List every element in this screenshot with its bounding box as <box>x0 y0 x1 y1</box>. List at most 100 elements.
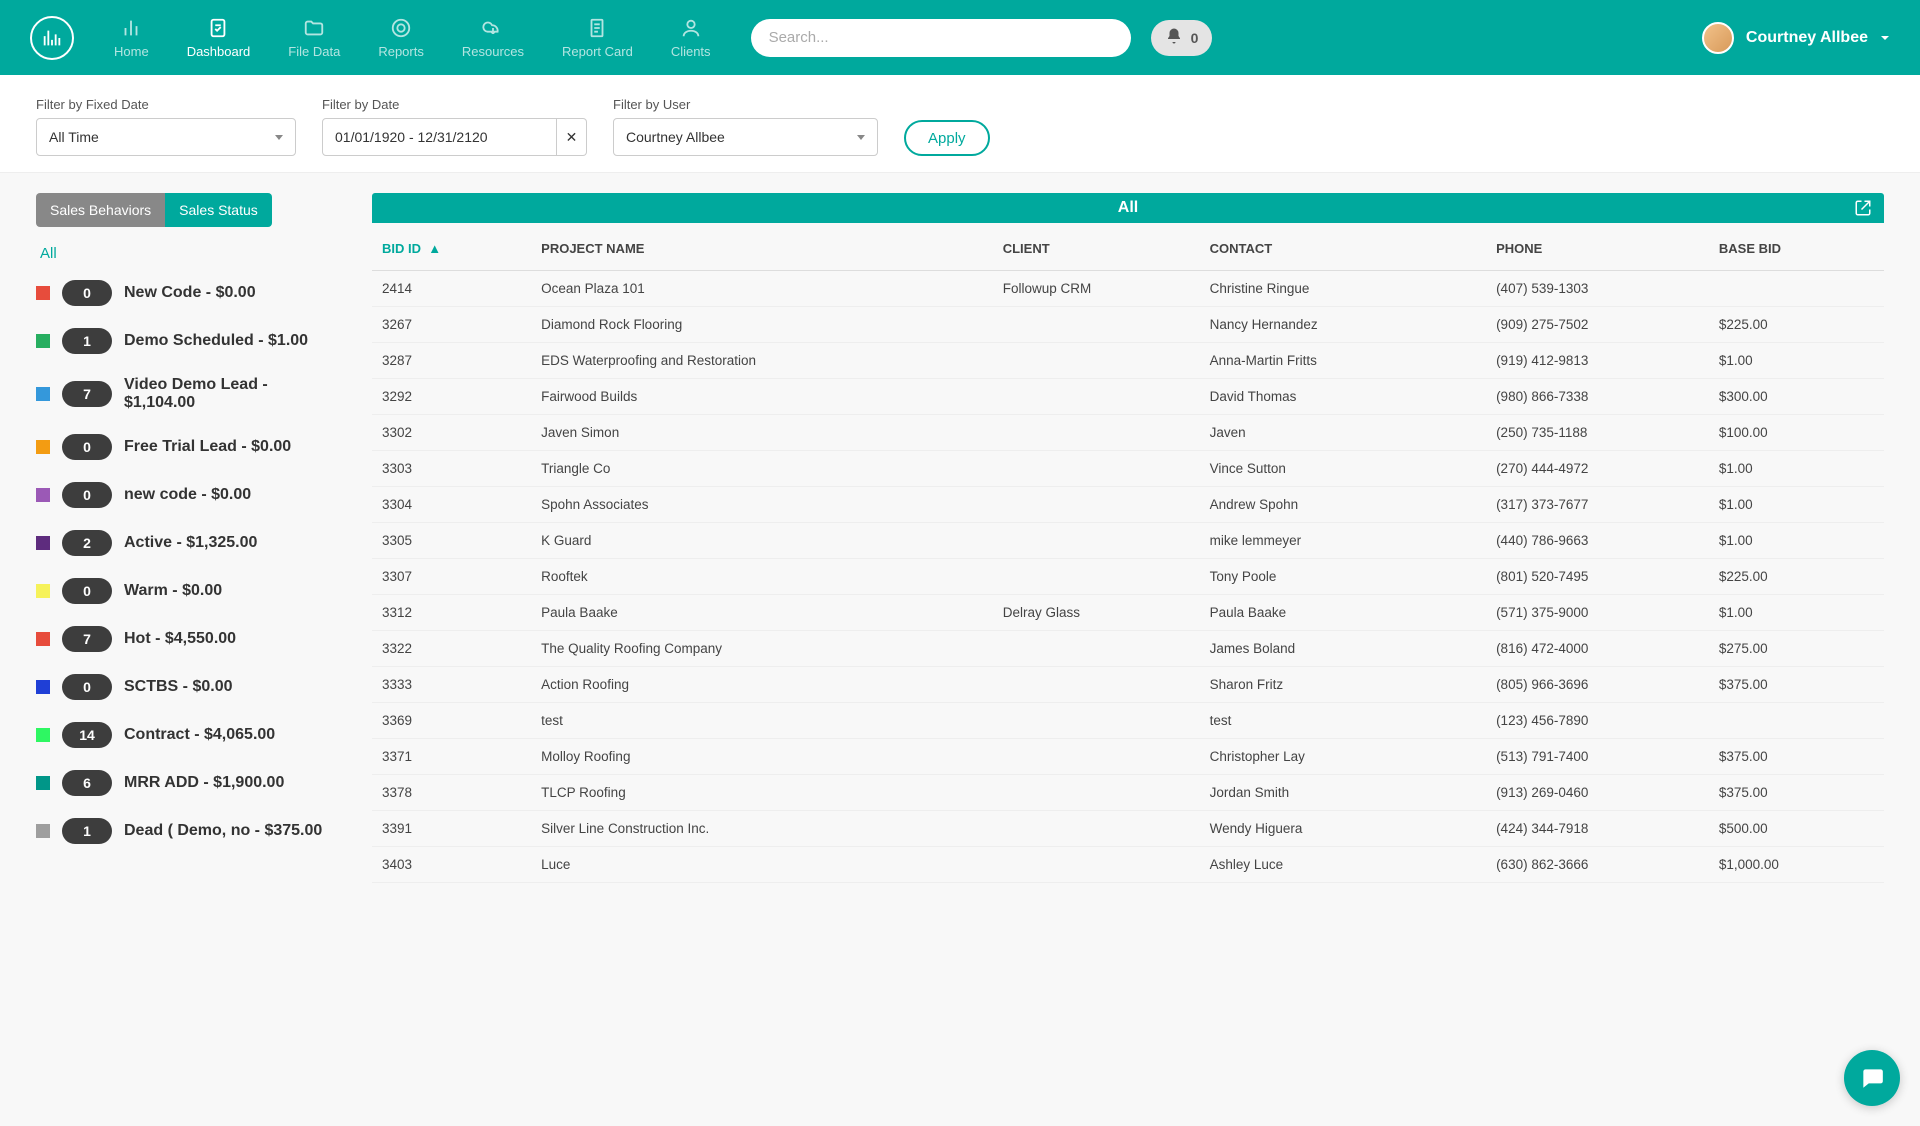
table-row[interactable]: 3369 test test (123) 456-7890 <box>372 703 1884 739</box>
status-item[interactable]: 14 Contract - $4,065.00 <box>36 722 336 748</box>
cell-bidid: 3333 <box>372 667 531 703</box>
status-count: 0 <box>62 280 112 306</box>
table-row[interactable]: 3302 Javen Simon Javen (250) 735-1188 $1… <box>372 415 1884 451</box>
status-color-swatch <box>36 536 50 550</box>
col-header-project[interactable]: PROJECT NAME <box>531 223 993 271</box>
cell-client <box>993 415 1200 451</box>
main-content: Sales Behaviors Sales Status All 0 New C… <box>0 173 1920 923</box>
search-input[interactable] <box>751 19 1131 57</box>
status-item[interactable]: 2 Active - $1,325.00 <box>36 530 336 556</box>
table-row[interactable]: 3307 Rooftek Tony Poole (801) 520-7495 $… <box>372 559 1884 595</box>
user-name: Courtney Allbee <box>1746 29 1868 47</box>
cell-basebid: $275.00 <box>1709 631 1884 667</box>
tab-sales-behaviors[interactable]: Sales Behaviors <box>36 193 165 227</box>
table-row[interactable]: 3391 Silver Line Construction Inc. Wendy… <box>372 811 1884 847</box>
logo-icon[interactable] <box>30 16 74 60</box>
status-color-swatch <box>36 584 50 598</box>
cell-phone: (980) 866-7338 <box>1486 379 1709 415</box>
filter-user-group: Filter by User Courtney Allbee <box>613 97 878 156</box>
status-item[interactable]: 7 Video Demo Lead - $1,104.00 <box>36 376 336 412</box>
status-label: Active - $1,325.00 <box>124 534 257 552</box>
cell-contact: Sharon Fritz <box>1200 667 1486 703</box>
table-row[interactable]: 3287 EDS Waterproofing and Restoration A… <box>372 343 1884 379</box>
all-filter-link[interactable]: All <box>40 245 336 262</box>
apply-button[interactable]: Apply <box>904 120 990 156</box>
status-color-swatch <box>36 824 50 838</box>
cell-project: Molloy Roofing <box>531 739 993 775</box>
table-row[interactable]: 3312 Paula Baake Delray Glass Paula Baak… <box>372 595 1884 631</box>
export-button[interactable] <box>1854 199 1872 222</box>
nav-dashboard[interactable]: Dashboard <box>187 16 251 59</box>
table-title-bar: All <box>372 193 1884 223</box>
chat-button[interactable] <box>1844 1050 1900 1106</box>
table-row[interactable]: 3333 Action Roofing Sharon Fritz (805) 9… <box>372 667 1884 703</box>
table-row[interactable]: 3304 Spohn Associates Andrew Spohn (317)… <box>372 487 1884 523</box>
cell-contact: Nancy Hernandez <box>1200 307 1486 343</box>
top-header: Home Dashboard File Data Reports Resourc… <box>0 0 1920 75</box>
date-range-input[interactable]: 01/01/1920 - 12/31/2120 <box>322 118 557 156</box>
cell-bidid: 3322 <box>372 631 531 667</box>
table-row[interactable]: 3305 K Guard mike lemmeyer (440) 786-966… <box>372 523 1884 559</box>
cell-basebid: $1.00 <box>1709 487 1884 523</box>
nav-resources[interactable]: Resources <box>462 16 524 59</box>
table-row[interactable]: 3322 The Quality Roofing Company James B… <box>372 631 1884 667</box>
table-row[interactable]: 3371 Molloy Roofing Christopher Lay (513… <box>372 739 1884 775</box>
cell-client: Delray Glass <box>993 595 1200 631</box>
col-header-basebid[interactable]: BASE BID <box>1709 223 1884 271</box>
status-item[interactable]: 1 Dead ( Demo, no - $375.00 <box>36 818 336 844</box>
bids-table: BID ID ▲ PROJECT NAME CLIENT CONTACT PHO… <box>372 223 1884 883</box>
cell-basebid: $300.00 <box>1709 379 1884 415</box>
cell-bidid: 3312 <box>372 595 531 631</box>
cell-basebid: $375.00 <box>1709 775 1884 811</box>
status-item[interactable]: 0 new code - $0.00 <box>36 482 336 508</box>
status-item[interactable]: 0 New Code - $0.00 <box>36 280 336 306</box>
status-color-swatch <box>36 776 50 790</box>
status-label: MRR ADD - $1,900.00 <box>124 774 284 792</box>
status-color-swatch <box>36 632 50 646</box>
col-header-client[interactable]: CLIENT <box>993 223 1200 271</box>
table-row[interactable]: 3267 Diamond Rock Flooring Nancy Hernand… <box>372 307 1884 343</box>
table-row[interactable]: 3378 TLCP Roofing Jordan Smith (913) 269… <box>372 775 1884 811</box>
notification-button[interactable]: 0 <box>1151 20 1213 56</box>
cell-phone: (513) 791-7400 <box>1486 739 1709 775</box>
cell-basebid: $500.00 <box>1709 811 1884 847</box>
table-row[interactable]: 3303 Triangle Co Vince Sutton (270) 444-… <box>372 451 1884 487</box>
nav-file-data[interactable]: File Data <box>288 16 340 59</box>
nav-report-card[interactable]: Report Card <box>562 16 633 59</box>
nav-home[interactable]: Home <box>114 16 149 59</box>
cell-client <box>993 451 1200 487</box>
status-item[interactable]: 1 Demo Scheduled - $1.00 <box>36 328 336 354</box>
fixed-date-select[interactable]: All Time <box>36 118 296 156</box>
nav-clients[interactable]: Clients <box>671 16 711 59</box>
filter-date-group: Filter by Date 01/01/1920 - 12/31/2120 ✕ <box>322 97 587 156</box>
table-row[interactable]: 2414 Ocean Plaza 101 Followup CRM Christ… <box>372 271 1884 307</box>
status-item[interactable]: 7 Hot - $4,550.00 <box>36 626 336 652</box>
table-row[interactable]: 3292 Fairwood Builds David Thomas (980) … <box>372 379 1884 415</box>
clipboard-check-icon <box>206 16 230 40</box>
table-row[interactable]: 3403 Luce Ashley Luce (630) 862-3666 $1,… <box>372 847 1884 883</box>
cell-contact: Ashley Luce <box>1200 847 1486 883</box>
status-item[interactable]: 0 SCTBS - $0.00 <box>36 674 336 700</box>
user-filter-select[interactable]: Courtney Allbee <box>613 118 878 156</box>
status-item[interactable]: 0 Warm - $0.00 <box>36 578 336 604</box>
user-menu[interactable]: Courtney Allbee <box>1702 22 1890 54</box>
nav-label: Home <box>114 44 149 59</box>
cell-project: Rooftek <box>531 559 993 595</box>
nav-reports[interactable]: Reports <box>378 16 424 59</box>
cell-client <box>993 811 1200 847</box>
col-header-phone[interactable]: PHONE <box>1486 223 1709 271</box>
cell-phone: (123) 456-7890 <box>1486 703 1709 739</box>
status-item[interactable]: 0 Free Trial Lead - $0.00 <box>36 434 336 460</box>
cell-contact: Wendy Higuera <box>1200 811 1486 847</box>
tab-sales-status[interactable]: Sales Status <box>165 193 272 227</box>
cell-contact: Christopher Lay <box>1200 739 1486 775</box>
col-header-bidid[interactable]: BID ID ▲ <box>372 223 531 271</box>
user-icon <box>679 16 703 40</box>
cell-contact: David Thomas <box>1200 379 1486 415</box>
col-header-contact[interactable]: CONTACT <box>1200 223 1486 271</box>
cell-client <box>993 559 1200 595</box>
cell-contact: Andrew Spohn <box>1200 487 1486 523</box>
status-item[interactable]: 6 MRR ADD - $1,900.00 <box>36 770 336 796</box>
clear-date-button[interactable]: ✕ <box>557 118 587 156</box>
cell-project: The Quality Roofing Company <box>531 631 993 667</box>
